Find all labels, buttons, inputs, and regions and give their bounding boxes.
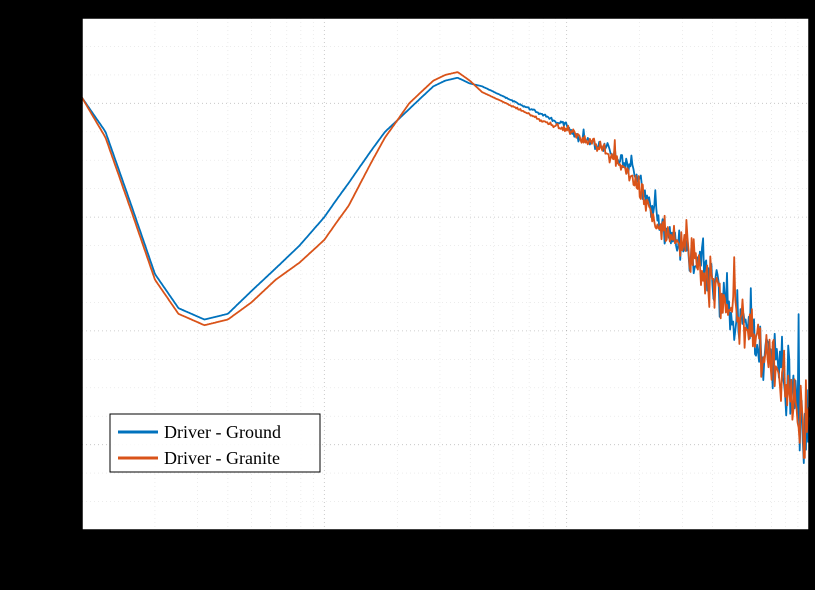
legend: Driver - Ground Driver - Granite	[110, 414, 320, 472]
legend-label-1: Driver - Granite	[164, 448, 280, 468]
chart-container: Driver - Ground Driver - Granite	[0, 0, 815, 590]
legend-label-0: Driver - Ground	[164, 422, 281, 442]
